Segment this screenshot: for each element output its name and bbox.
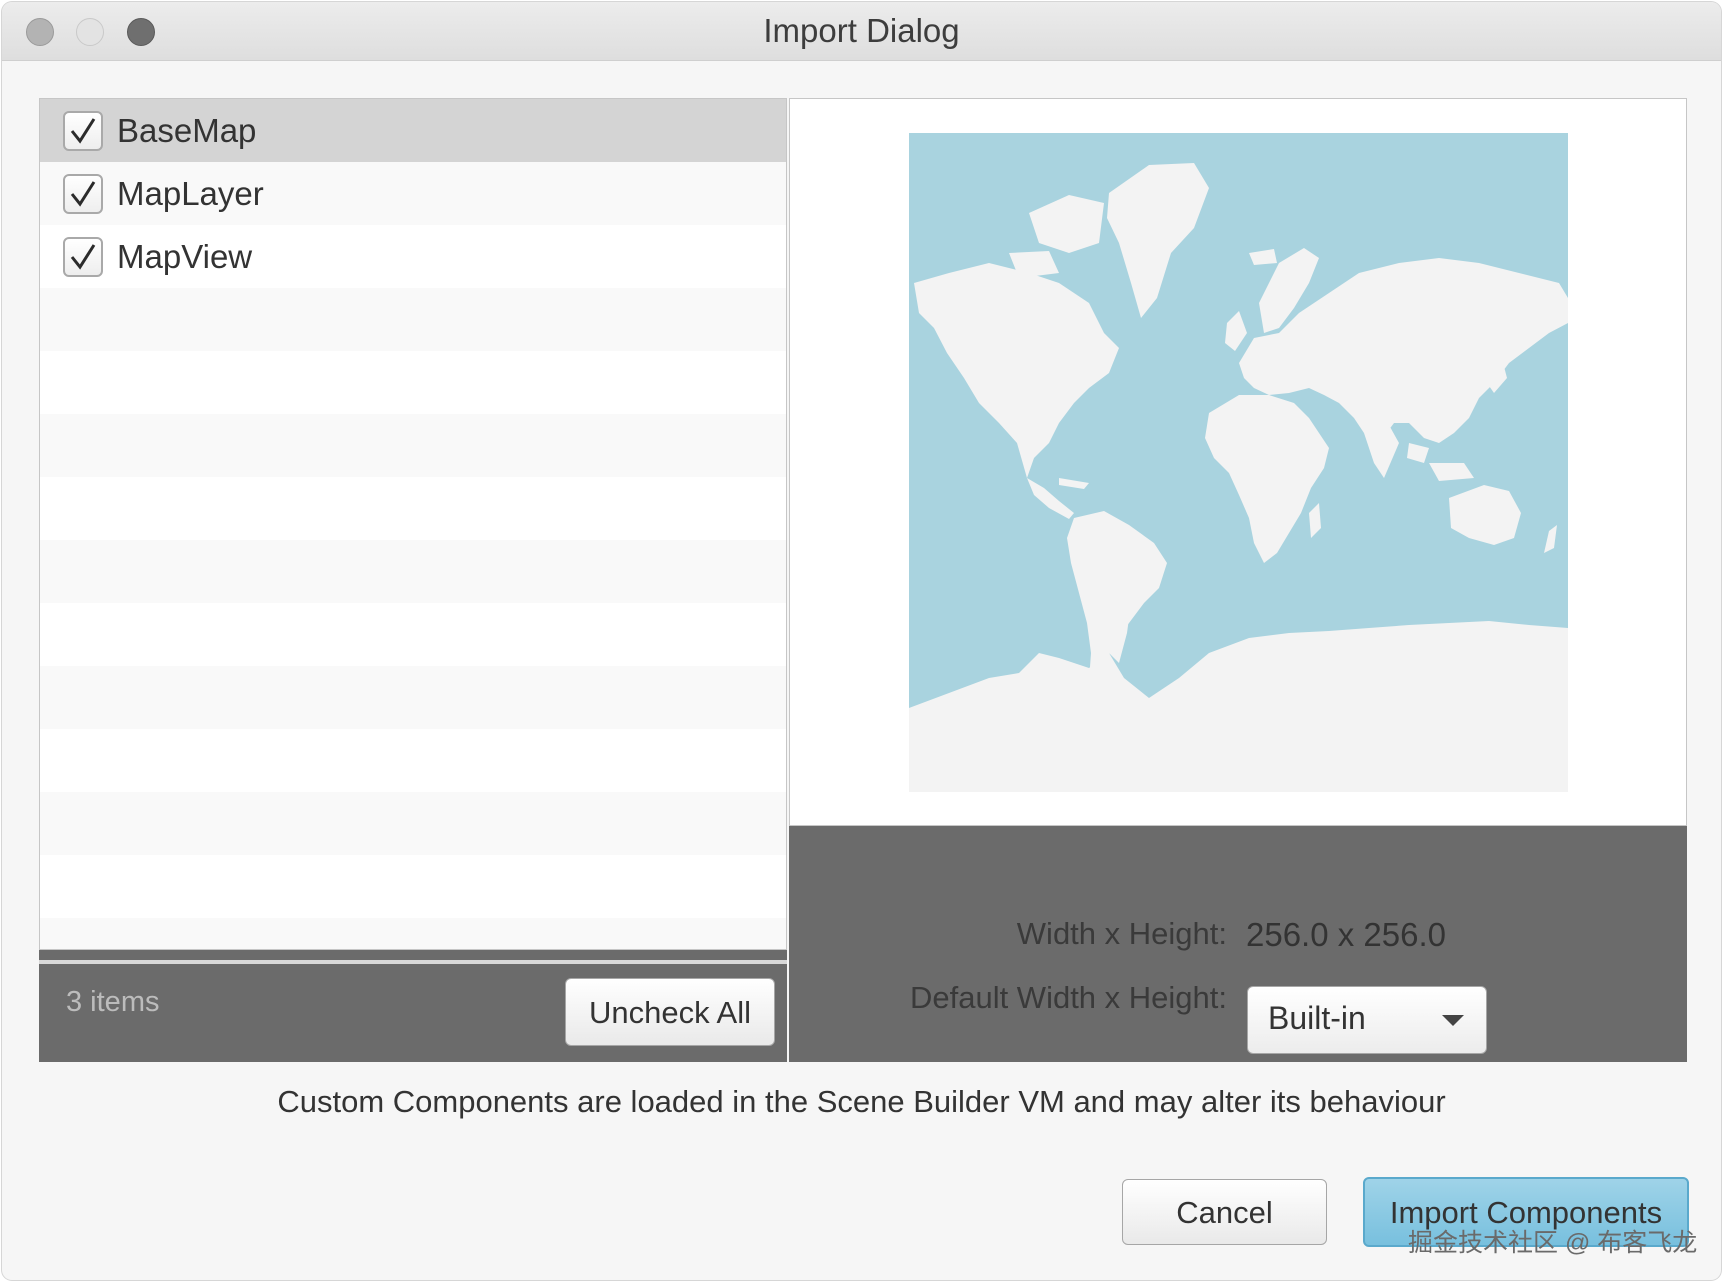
list-item-label: MapView: [117, 237, 253, 275]
world-map-preview: [909, 133, 1568, 792]
size-label: Width x Height:: [1016, 916, 1227, 951]
items-count-label: 3 items: [66, 986, 160, 1018]
basemap-checkbox[interactable]: [63, 110, 103, 151]
window-title: Import Dialog: [763, 12, 960, 49]
list-item-basemap[interactable]: BaseMap: [40, 99, 786, 162]
world-map-image: [909, 133, 1568, 792]
import-dialog-window: Import Dialog BaseMap MapLayer MapView 3…: [2, 2, 1721, 1280]
list-item-label: BaseMap: [117, 111, 257, 149]
checkmark-icon: [70, 117, 96, 144]
checkmark-icon: [70, 243, 96, 270]
default-size-value: Built-in: [1268, 1000, 1366, 1036]
component-list[interactable]: BaseMap MapLayer MapView: [39, 98, 787, 950]
warning-message: Custom Components are loaded in the Scen…: [277, 1084, 1446, 1119]
list-divider: [39, 950, 787, 964]
preview-properties: Width x Height: 256.0 x 256.0 Default Wi…: [789, 826, 1687, 1062]
chevron-down-icon: [1442, 1015, 1464, 1026]
cancel-button[interactable]: Cancel: [1122, 1179, 1327, 1245]
uncheck-all-button[interactable]: Uncheck All: [565, 978, 775, 1046]
list-item-maplayer[interactable]: MapLayer: [40, 162, 786, 225]
title-bar: Import Dialog: [2, 2, 1721, 61]
list-item-label: MapLayer: [117, 174, 264, 212]
checkmark-icon: [70, 180, 96, 207]
size-value: 256.0 x 256.0: [1246, 916, 1446, 953]
maplayer-checkbox[interactable]: [63, 173, 103, 214]
watermark-text: 掘金技术社区 @ 布客飞龙: [1408, 1229, 1698, 1257]
component-preview: [789, 98, 1687, 826]
mapview-checkbox[interactable]: [63, 236, 103, 277]
list-item-mapview[interactable]: MapView: [40, 225, 786, 288]
list-footer: 3 items Uncheck All: [39, 964, 787, 1062]
default-size-dropdown[interactable]: Built-in: [1247, 986, 1487, 1054]
default-size-label: Default Width x Height:: [909, 980, 1227, 1015]
